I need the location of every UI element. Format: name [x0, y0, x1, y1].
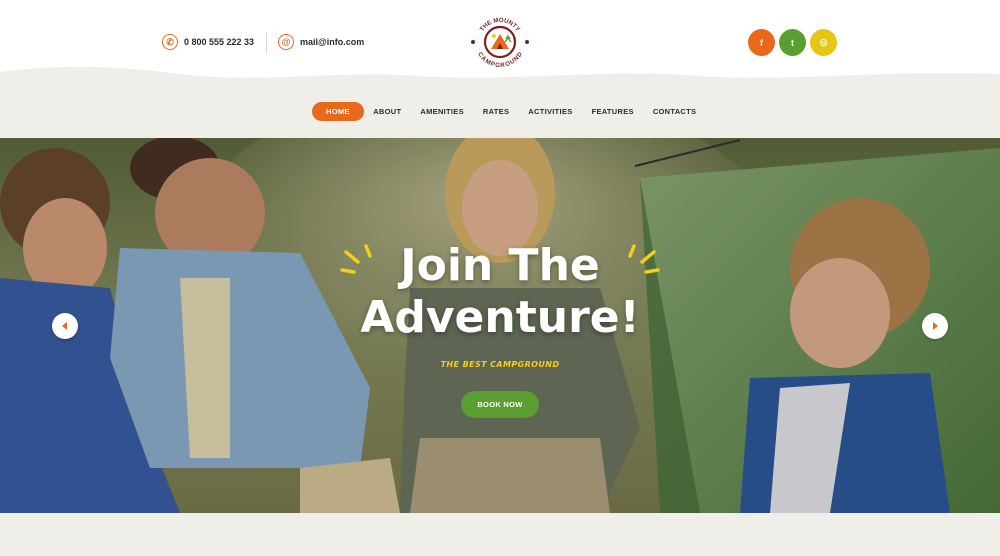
chevron-right-icon: [933, 322, 938, 330]
twitter-button[interactable]: t: [779, 29, 806, 56]
contact-divider: [266, 32, 267, 54]
email-contact[interactable]: @ mail@info.com: [278, 34, 364, 50]
nav-item-home[interactable]: HOME: [312, 102, 364, 121]
hero-subtitle: THE BEST CAMPGROUND: [440, 360, 560, 369]
facebook-icon: f: [760, 37, 763, 48]
main-nav: HOME ABOUT AMENITIES RATES ACTIVITIES FE…: [312, 102, 706, 121]
sparkle-left-icon: [340, 244, 372, 274]
instagram-button[interactable]: ◎: [810, 29, 837, 56]
hero-slider: Join The Adventure! THE BEST CAMPGROUND …: [0, 138, 1000, 513]
facebook-button[interactable]: f: [748, 29, 775, 56]
below-hero-band: [0, 513, 1000, 556]
nav-item-rates[interactable]: RATES: [473, 102, 518, 121]
nav-item-amenities[interactable]: AMENITIES: [411, 102, 474, 121]
at-icon: @: [278, 34, 294, 50]
slider-prev-button[interactable]: [52, 313, 78, 339]
nav-item-about[interactable]: ABOUT: [364, 102, 411, 121]
phone-number: 0 800 555 222 33: [184, 37, 255, 47]
nav-item-features[interactable]: FEATURES: [582, 102, 643, 121]
chevron-left-icon: [62, 322, 67, 330]
nav-item-contacts[interactable]: CONTACTS: [643, 102, 706, 121]
twitter-icon: t: [791, 37, 794, 48]
nav-item-activities[interactable]: ACTIVITIES: [519, 102, 582, 121]
slider-next-button[interactable]: [922, 313, 948, 339]
book-now-button[interactable]: BOOK NOW: [461, 391, 539, 418]
phone-contact[interactable]: ✆ 0 800 555 222 33: [162, 34, 254, 50]
email-address: mail@info.com: [300, 37, 365, 47]
instagram-icon: ◎: [819, 37, 828, 47]
phone-icon: ✆: [162, 34, 178, 50]
hero-title-line2: Adventure!: [360, 292, 640, 343]
sparkle-right-icon: [628, 244, 660, 274]
campground-logo[interactable]: THE MOUNTY CAMPGROUND: [470, 12, 530, 72]
